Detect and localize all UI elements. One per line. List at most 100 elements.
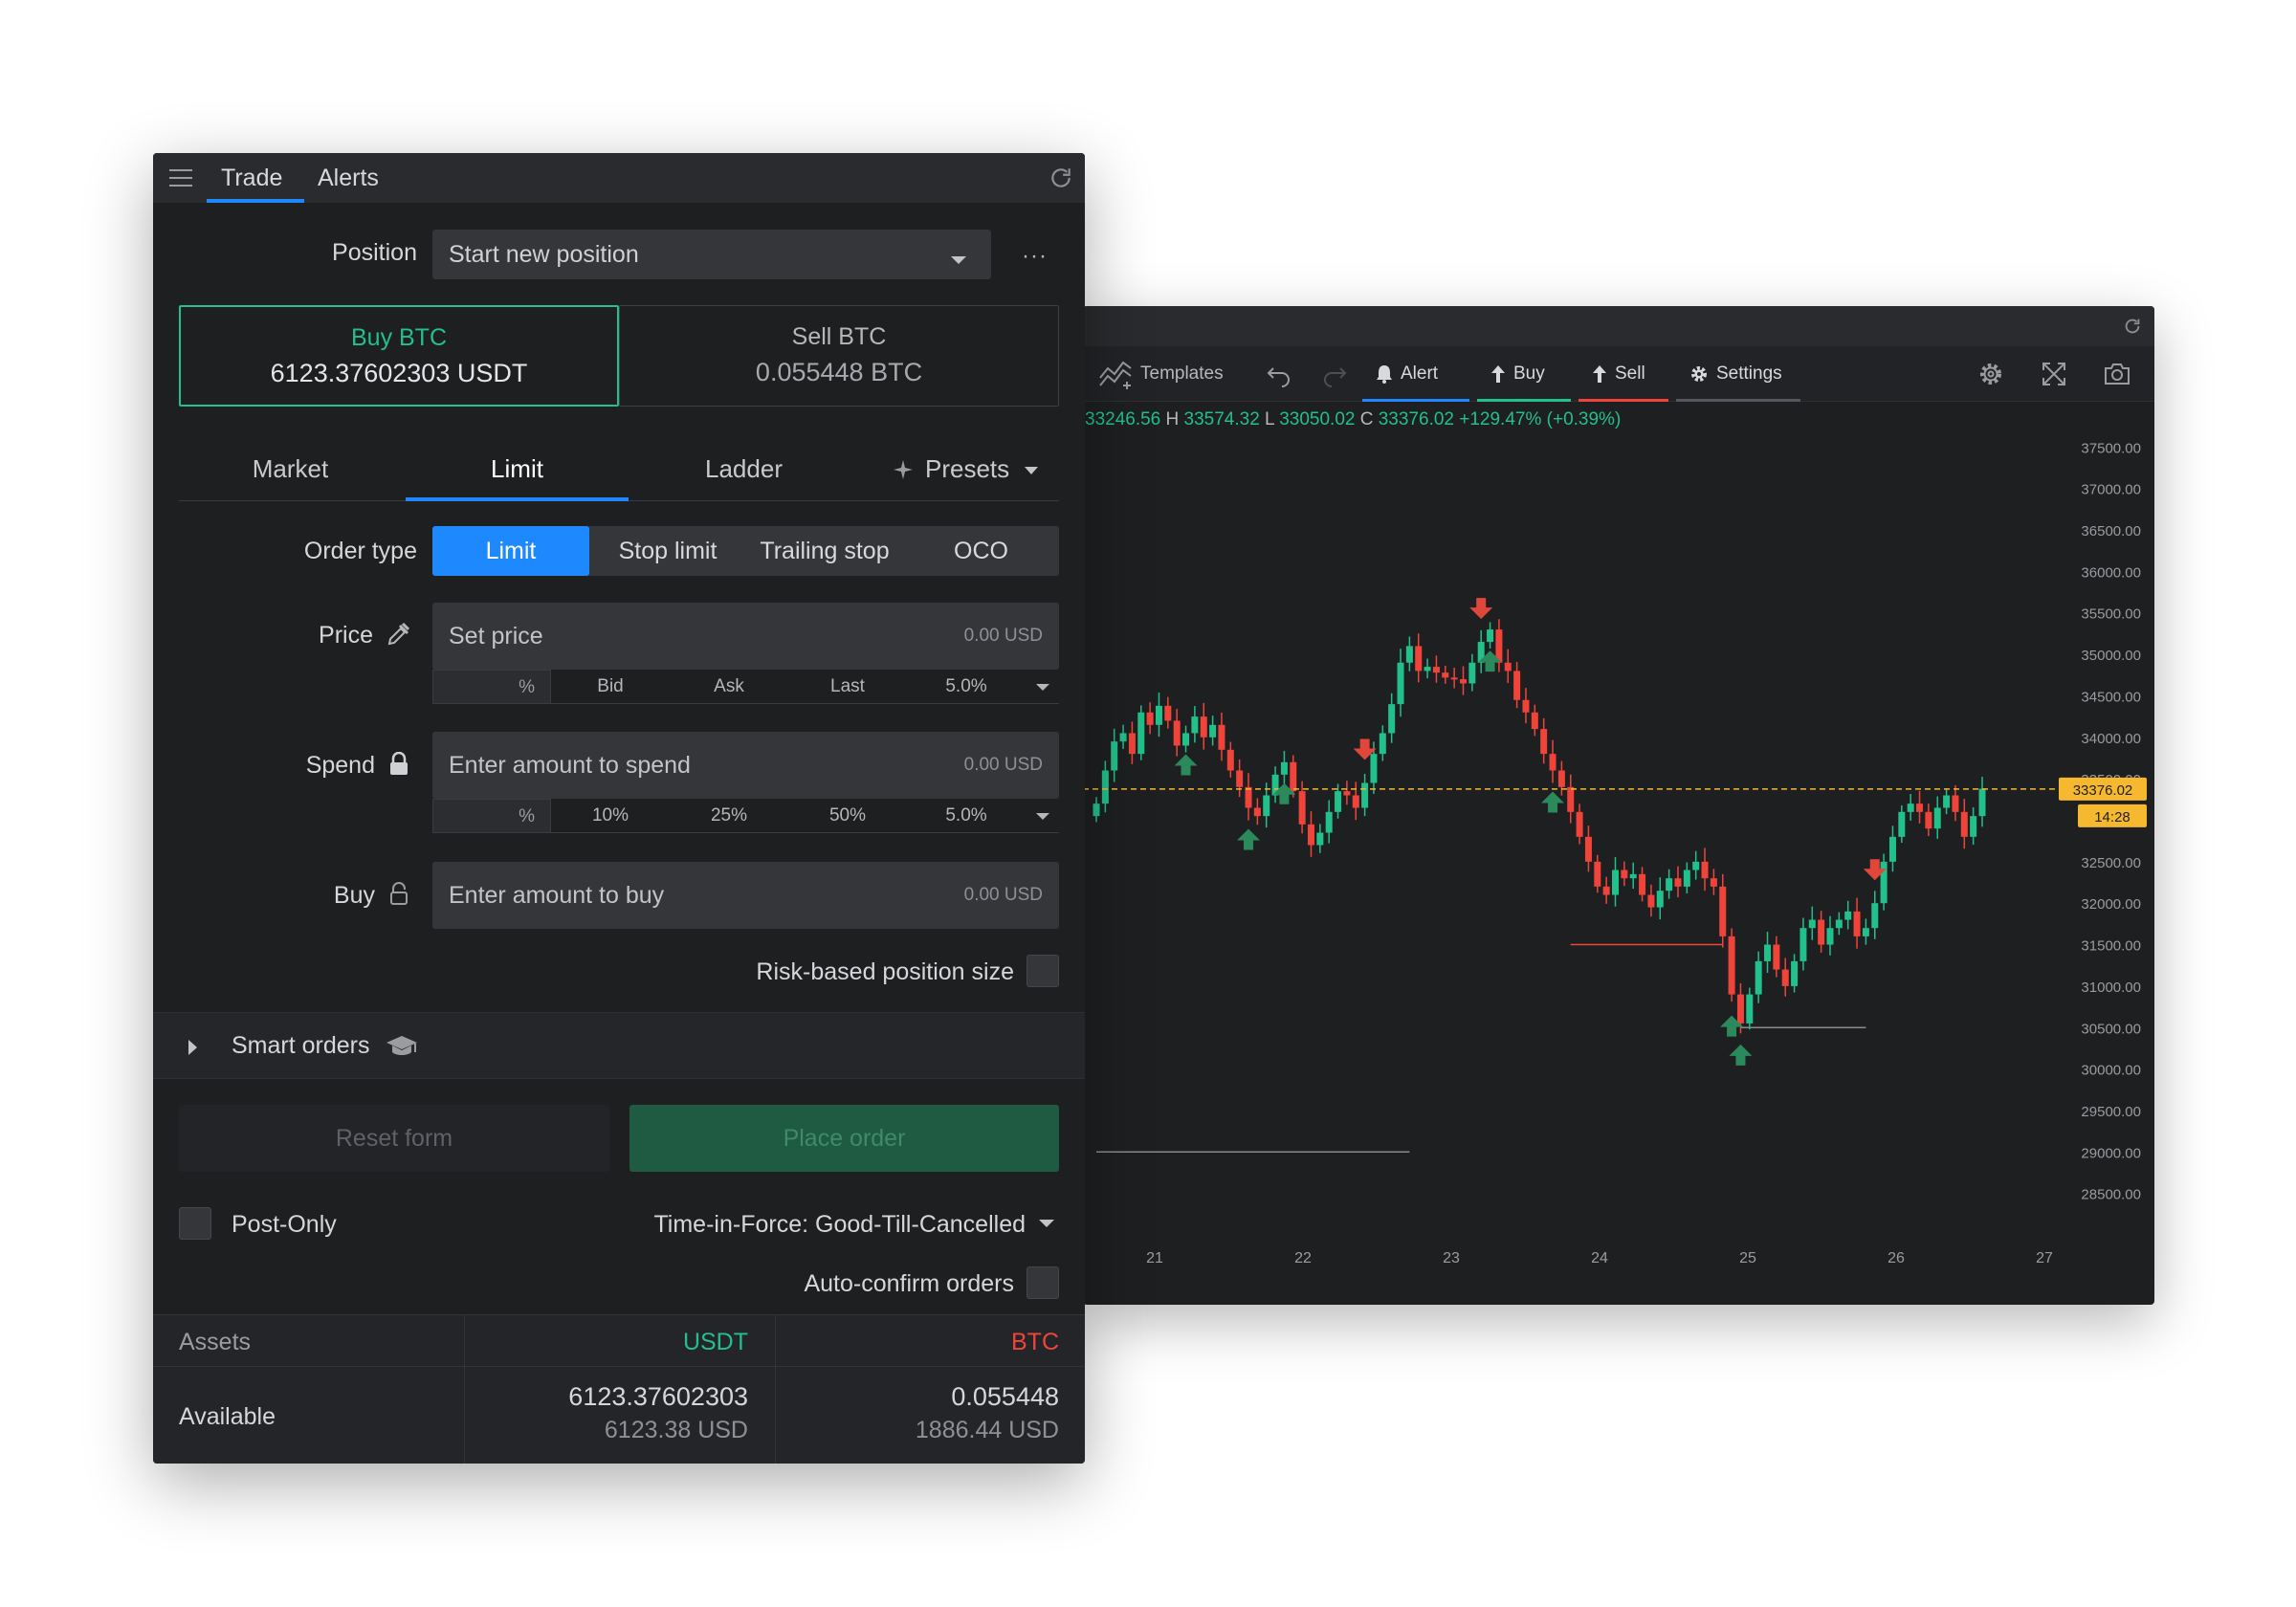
time-in-force-select[interactable]: Time-in-Force: Good-Till-Cancelled [631,1211,1026,1239]
candle-body [1164,705,1172,721]
spend-option-50[interactable]: 50% [788,805,907,826]
candle-body [1343,791,1351,796]
tab-limit-underline [406,497,629,501]
alert-button[interactable]: Alert [1362,346,1469,402]
buy-marker-icon [1729,1044,1753,1066]
candle-body [1415,646,1423,671]
ohlc-value: H [1160,409,1183,429]
candle-body [1146,712,1154,725]
spend-option-10[interactable]: 10% [551,805,670,826]
tif-value: Good-Till-Cancelled [815,1211,1026,1238]
price-chart[interactable]: 33246.56 H 33574.32 L 33050.02 C 33376.0… [1083,402,2154,1305]
spend-option-25[interactable]: 25% [670,805,788,826]
tab-presets-label: Presets [925,454,1010,483]
reset-form-button[interactable]: Reset form [179,1105,609,1172]
tab-alerts[interactable]: Alerts [318,153,379,203]
candle-body [1128,733,1136,755]
candle-body [1450,677,1458,680]
position-select-value: Start new position [449,241,639,268]
spend-percent-input[interactable]: % [432,799,551,833]
sparkle-icon [894,460,913,479]
redo-icon[interactable] [1320,360,1349,388]
candle-body [1191,716,1199,734]
order-type-trailing-stop[interactable]: Trailing stop [746,526,903,576]
buy-amount-input[interactable]: Enter amount to buy 0.00 USD [432,862,1059,929]
sell-side-button[interactable]: Sell BTC 0.055448 BTC [619,305,1059,407]
fullscreen-icon[interactable] [2040,360,2068,388]
candle-body [1335,791,1342,812]
unlock-icon[interactable] [388,882,409,907]
price-option-last[interactable]: Last [788,676,907,697]
buy-amount-placeholder: Enter amount to buy [449,882,665,909]
camera-icon[interactable] [2103,360,2131,388]
spend-option-percent[interactable]: 5.0% [907,805,1026,826]
candle-body [1200,716,1207,737]
sell-button[interactable]: Sell [1578,346,1668,402]
alert-label: Alert [1401,363,1439,384]
assets-header: Assets [179,1329,252,1355]
candle-body [1925,811,1932,829]
price-option-ask[interactable]: Ask [670,676,788,697]
btc-available-usd: 1886.44 USD [915,1417,1059,1443]
price-input-placeholder: Set price [449,623,543,649]
refresh-icon[interactable] [2122,316,2143,337]
buy-marker-icon [1541,791,1565,813]
eyedropper-icon[interactable] [386,622,409,647]
candle-body [1808,919,1816,929]
settings-button[interactable]: Settings [1676,346,1800,402]
buy-button[interactable]: Buy [1477,346,1571,402]
price-quick-options: % Bid Ask Last 5.0% [432,670,1059,704]
chevron-down-icon [1025,467,1038,474]
smart-orders-label: Smart orders [232,1032,370,1059]
order-type-limit[interactable]: Limit [432,526,589,576]
candle-body [1584,836,1592,862]
tab-presets[interactable]: Presets [868,440,1059,501]
chevron-down-icon[interactable] [1036,684,1049,691]
position-select[interactable]: Start new position [432,230,991,279]
order-type-oco[interactable]: OCO [903,526,1059,576]
x-tick-label: 25 [1739,1250,1756,1266]
graduation-cap-icon [386,1036,417,1055]
sell-balance-amount: 0.055448 [755,358,864,386]
price-percent-input[interactable]: % [432,670,551,704]
price-option-bid[interactable]: Bid [551,676,670,697]
ohlc-value: C [1355,409,1378,429]
lock-icon[interactable] [388,752,409,777]
order-type-stop-limit[interactable]: Stop limit [589,526,746,576]
percent-sign: % [519,677,535,697]
gear-icon[interactable] [1976,360,2005,388]
arrow-up-icon [1491,365,1505,383]
candle-body [1397,662,1404,705]
hamburger-menu-icon[interactable] [168,167,193,188]
auto-confirm-label: Auto-confirm orders [804,1270,1014,1297]
refresh-icon[interactable] [1049,165,1073,190]
candle-body [1799,928,1807,961]
tab-trade[interactable]: Trade [221,153,282,203]
y-tick-label: 30500.00 [2081,1021,2141,1037]
buy-side-button[interactable]: Buy BTC 6123.37602303 USDT [179,305,619,407]
more-options-icon[interactable]: ··· [1022,243,1048,270]
candle-body [1155,705,1162,725]
place-order-button[interactable]: Place order [629,1105,1059,1172]
templates-button[interactable]: Templates [1098,346,1224,402]
candle-body [1871,903,1879,929]
tab-market[interactable]: Market [179,440,402,501]
risk-based-checkbox[interactable] [1027,955,1059,987]
undo-icon[interactable] [1265,360,1293,388]
tif-label: Time-in-Force: [653,1211,809,1238]
post-only-checkbox[interactable] [179,1207,211,1240]
chevron-down-icon[interactable] [1039,1220,1054,1227]
chevron-down-icon[interactable] [1036,813,1049,820]
spend-input[interactable]: Enter amount to spend 0.00 USD [432,732,1059,799]
auto-confirm-checkbox[interactable] [1027,1266,1059,1299]
candle-body [1101,770,1109,804]
tab-limit[interactable]: Limit [406,440,629,501]
price-input[interactable]: Set price 0.00 USD [432,603,1059,670]
buy-marker-icon [1174,754,1198,776]
smart-orders-section[interactable]: Smart orders [153,1012,1085,1079]
price-option-percent[interactable]: 5.0% [907,676,1026,697]
tab-ladder[interactable]: Ladder [632,440,855,501]
candle-body [1970,816,1977,837]
ohlc-value: L [1260,409,1279,429]
x-tick-label: 23 [1443,1250,1460,1266]
